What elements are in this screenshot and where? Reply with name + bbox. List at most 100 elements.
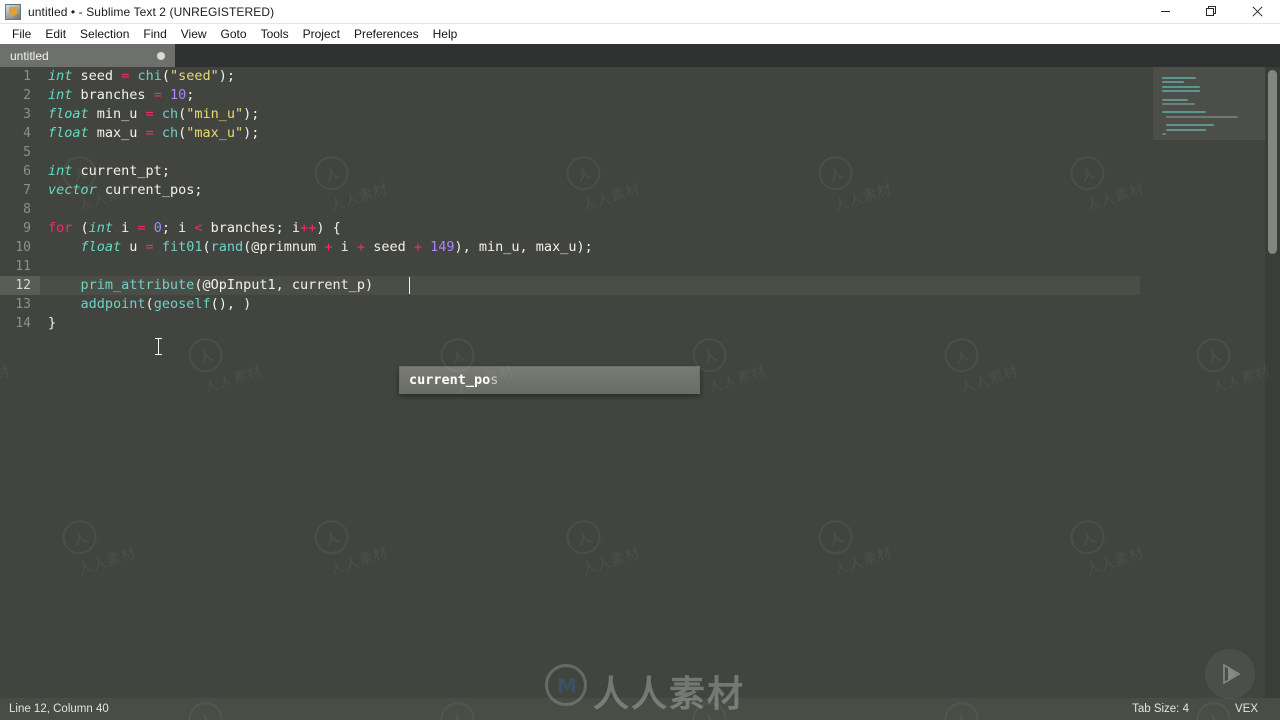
autocomplete-popup[interactable]: current_po s bbox=[399, 366, 700, 394]
window-controls bbox=[1142, 0, 1280, 24]
code-line[interactable]: 11 bbox=[0, 257, 1140, 276]
code-token: ch bbox=[161, 106, 179, 122]
code-line[interactable]: 12 prim_attribute(@OpInput1, current_p) bbox=[0, 276, 1140, 295]
code-line[interactable]: 1 int seed = chi("seed"); bbox=[0, 67, 1140, 86]
code-token: fit01 bbox=[161, 239, 203, 255]
code-token: vector bbox=[48, 182, 97, 198]
autocomplete-matched-text: current_po bbox=[409, 372, 491, 388]
status-right-group: Tab Size: 4 VEX bbox=[1132, 703, 1280, 715]
unsaved-changes-dot-icon[interactable] bbox=[157, 51, 165, 60]
code-token: branches bbox=[80, 87, 146, 103]
code-token: rand bbox=[210, 239, 244, 255]
code-line[interactable]: 2 int branches = 10; bbox=[0, 86, 1140, 105]
window-title: untitled • - Sublime Text 2 (UNREGISTERE… bbox=[28, 4, 275, 19]
editor-pane[interactable]: 1 int seed = chi("seed"); 2 int branches = … bbox=[0, 67, 1280, 698]
code-token: (@OpInput1, current_p) bbox=[194, 277, 374, 293]
code-token: = bbox=[145, 125, 154, 141]
scrollbar-thumb[interactable] bbox=[1268, 70, 1277, 254]
code-token: min_u bbox=[96, 106, 138, 122]
tab-label: untitled bbox=[10, 48, 49, 63]
line-number: 9 bbox=[23, 221, 31, 236]
line-number: 13 bbox=[15, 297, 31, 312]
code-token: i bbox=[113, 220, 138, 236]
line-number: 8 bbox=[23, 202, 31, 217]
minimap-line bbox=[1162, 132, 1166, 135]
menu-item-selection[interactable]: Selection bbox=[73, 24, 136, 44]
line-number: 11 bbox=[15, 259, 31, 274]
minimize-icon[interactable] bbox=[1142, 0, 1188, 24]
vertical-scrollbar[interactable] bbox=[1265, 67, 1280, 698]
menu-item-find[interactable]: Find bbox=[136, 24, 173, 44]
code-line[interactable]: 9 for (int i = 0; i < branches; i++) { bbox=[0, 219, 1140, 238]
code-token: prim_attribute bbox=[80, 277, 195, 293]
code-line[interactable]: 7 vector current_pos; bbox=[0, 181, 1140, 200]
code-token: + bbox=[413, 239, 422, 255]
code-token: 149 bbox=[430, 239, 455, 255]
tab-bar: untitled bbox=[0, 44, 1280, 67]
menu-item-view[interactable]: View bbox=[174, 24, 214, 44]
code-token: u bbox=[121, 239, 146, 255]
code-token: = bbox=[145, 106, 154, 122]
code-token: ; bbox=[194, 182, 203, 198]
tab-size-status[interactable]: Tab Size: 4 bbox=[1132, 703, 1189, 715]
menu-item-file[interactable]: File bbox=[5, 24, 38, 44]
code-token: < bbox=[194, 220, 203, 236]
menu-bar: File Edit Selection Find View Goto Tools Projec… bbox=[0, 24, 1280, 44]
code-line[interactable]: 13 addpoint(geoself(), ) bbox=[0, 295, 1140, 314]
code-minimap[interactable] bbox=[1153, 67, 1265, 698]
syntax-mode-status[interactable]: VEX bbox=[1235, 703, 1258, 715]
code-token: ch bbox=[161, 125, 179, 141]
tab-untitled[interactable]: untitled bbox=[0, 44, 175, 67]
close-icon[interactable] bbox=[1234, 0, 1280, 24]
code-token: addpoint bbox=[80, 296, 146, 312]
code-line[interactable]: 5 bbox=[0, 143, 1140, 162]
code-token: ; bbox=[226, 68, 236, 84]
menu-item-project[interactable]: Project bbox=[296, 24, 347, 44]
cursor-position-status[interactable]: Line 12, Column 40 bbox=[9, 703, 109, 715]
code-token: ; bbox=[186, 87, 195, 103]
sublime-text-window: untitled • - Sublime Text 2 (UNREGISTERE… bbox=[0, 0, 1280, 720]
code-token: + bbox=[356, 239, 366, 255]
code-token: "seed" bbox=[170, 68, 219, 84]
minimap-line bbox=[1162, 81, 1184, 84]
code-line[interactable]: 4 float max_u = ch("max_u"); bbox=[0, 124, 1140, 143]
code-token: = bbox=[153, 87, 162, 103]
code-token: ; i bbox=[161, 220, 195, 236]
minimap-line bbox=[1162, 77, 1196, 79]
code-token: (@primnum bbox=[243, 239, 325, 255]
menu-item-preferences[interactable]: Preferences bbox=[347, 24, 426, 44]
minimap-line bbox=[1166, 124, 1214, 127]
menu-item-help[interactable]: Help bbox=[426, 24, 465, 44]
line-number: 5 bbox=[23, 145, 31, 160]
code-line[interactable]: 6 int current_pt; bbox=[0, 162, 1140, 181]
code-token: max_u bbox=[96, 125, 138, 141]
code-token: ) { bbox=[316, 220, 341, 236]
code-line[interactable]: 10 float u = fit01(rand(@primnum + i + s… bbox=[0, 238, 1140, 257]
line-number: 7 bbox=[23, 183, 31, 198]
menu-item-goto[interactable]: Goto bbox=[214, 24, 254, 44]
code-token: chi bbox=[137, 68, 162, 84]
line-number: 4 bbox=[23, 126, 31, 141]
code-token: float bbox=[48, 106, 89, 122]
code-line[interactable]: 14} bbox=[0, 314, 1140, 333]
code-line[interactable]: 3 float min_u = ch("min_u"); bbox=[0, 105, 1140, 124]
code-token: ( bbox=[145, 296, 154, 312]
code-token: seed bbox=[80, 68, 114, 84]
autocomplete-item[interactable]: current_po s bbox=[400, 367, 699, 393]
code-line[interactable]: 8 bbox=[0, 200, 1140, 219]
menu-item-tools[interactable]: Tools bbox=[254, 24, 296, 44]
menu-item-edit[interactable]: Edit bbox=[38, 24, 73, 44]
code-token: int bbox=[48, 87, 73, 103]
restore-icon[interactable] bbox=[1188, 0, 1234, 24]
